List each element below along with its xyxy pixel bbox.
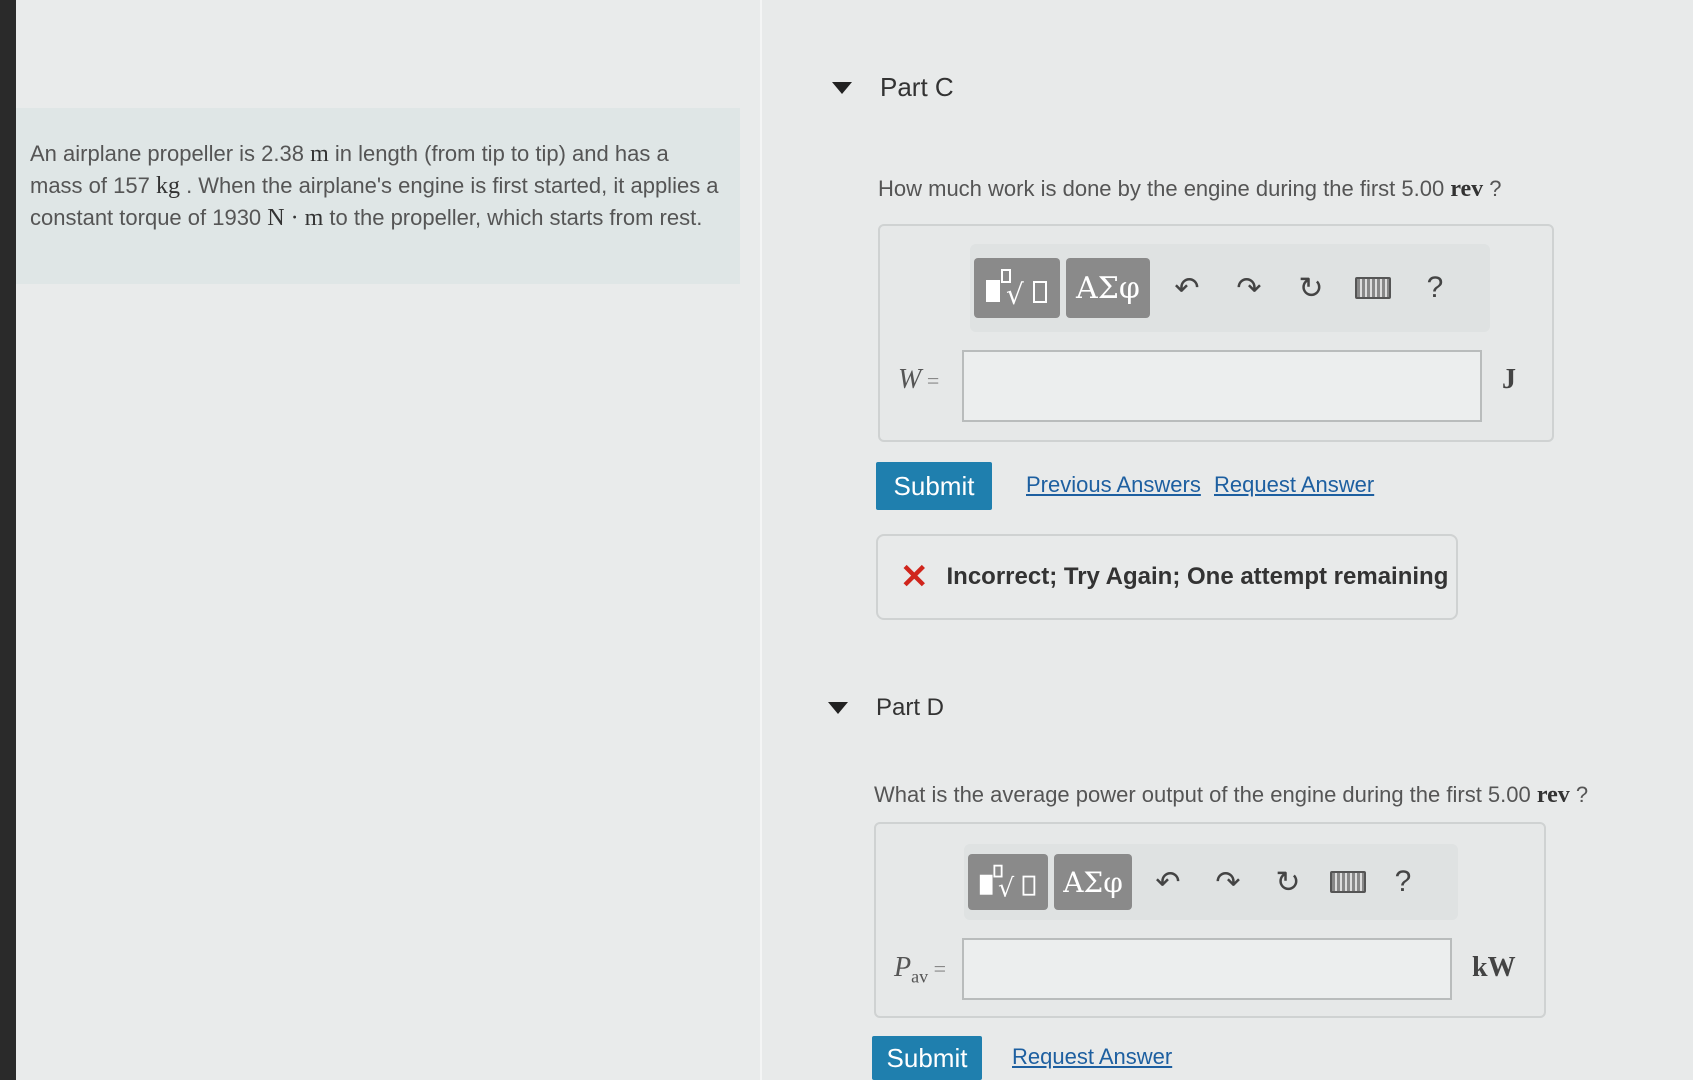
unit-rev: rev bbox=[1536, 782, 1570, 808]
redo-icon[interactable]: ↷ bbox=[1198, 865, 1258, 900]
equals-sign: = bbox=[921, 368, 940, 393]
question-pane: Part C How much work is done by the engi… bbox=[762, 0, 1693, 1080]
redo-icon[interactable]: ↷ bbox=[1218, 271, 1280, 306]
unit-meter: m bbox=[310, 141, 329, 167]
undo-icon[interactable]: ↶ bbox=[1138, 865, 1198, 900]
var-subscript: av bbox=[911, 966, 929, 987]
unit-kilowatt: kW bbox=[1472, 952, 1516, 983]
var-symbol: W bbox=[898, 364, 922, 395]
reset-icon[interactable]: ↻ bbox=[1280, 271, 1342, 306]
math-toolbar: √ ΑΣφ ↶ ↷ ↻ ? bbox=[964, 844, 1458, 920]
incorrect-x-icon: ✕ bbox=[900, 558, 929, 596]
part-c-answer-box: √ ΑΣφ ↶ ↷ ↻ ? W = J bbox=[878, 224, 1554, 442]
feedback-box: ✕ Incorrect; Try Again; One attempt rema… bbox=[876, 534, 1458, 620]
greek-symbols-icon[interactable]: ΑΣφ bbox=[1054, 854, 1132, 910]
var-label-w: W = bbox=[898, 364, 939, 396]
screen-bezel bbox=[0, 0, 16, 1080]
equals-sign: = bbox=[928, 956, 947, 981]
previous-answers-link[interactable]: Previous Answers bbox=[1026, 472, 1201, 498]
question-text: What is the average power output of the … bbox=[874, 782, 1537, 807]
problem-pane: An airplane propeller is 2.38 m in lengt… bbox=[16, 0, 760, 1080]
request-answer-link[interactable]: Request Answer bbox=[1214, 472, 1374, 498]
undo-icon[interactable]: ↶ bbox=[1156, 271, 1218, 306]
part-c-question: How much work is done by the engine duri… bbox=[878, 176, 1502, 203]
question-text: How much work is done by the engine duri… bbox=[878, 176, 1451, 201]
greek-symbols-icon[interactable]: ΑΣφ bbox=[1066, 258, 1150, 318]
caret-down-icon[interactable] bbox=[828, 702, 848, 714]
answer-input-w[interactable] bbox=[962, 350, 1482, 422]
math-toolbar: √ ΑΣφ ↶ ↷ ↻ ? bbox=[970, 244, 1490, 332]
svg-text:√: √ bbox=[1006, 278, 1024, 310]
templates-icon[interactable]: √ bbox=[968, 854, 1048, 910]
submit-button[interactable]: Submit bbox=[872, 1036, 982, 1080]
unit-joule: J bbox=[1502, 364, 1516, 395]
unit-kg: kg bbox=[155, 173, 180, 199]
question-end: ? bbox=[1483, 176, 1502, 201]
unit-rev: rev bbox=[1450, 176, 1484, 202]
question-end: ? bbox=[1569, 782, 1589, 807]
feedback-text: Incorrect; Try Again; One attempt remain… bbox=[946, 563, 1449, 590]
var-symbol: P bbox=[894, 952, 912, 983]
svg-text:√: √ bbox=[998, 874, 1015, 902]
caret-down-icon[interactable] bbox=[832, 81, 852, 94]
request-answer-link[interactable]: Request Answer bbox=[1012, 1044, 1172, 1070]
part-d-answer-box: √ ΑΣφ ↶ ↷ ↻ ? Pav = kW bbox=[874, 822, 1546, 1018]
keyboard-icon[interactable] bbox=[1342, 277, 1404, 299]
problem-text: An airplane propeller is 2.38 bbox=[30, 141, 311, 166]
keyboard-icon[interactable] bbox=[1318, 871, 1378, 893]
problem-statement: An airplane propeller is 2.38 m in lengt… bbox=[16, 108, 740, 284]
part-d-title: Part D bbox=[876, 694, 945, 721]
part-d-question: What is the average power output of the … bbox=[874, 782, 1588, 809]
problem-text: to the propeller, which starts from rest… bbox=[323, 205, 703, 230]
part-d-header[interactable]: Part D bbox=[828, 694, 944, 722]
answer-input-pav[interactable] bbox=[962, 938, 1452, 1000]
part-c-header[interactable]: Part C bbox=[832, 72, 954, 103]
part-c-title: Part C bbox=[880, 72, 954, 102]
submit-button[interactable]: Submit bbox=[876, 462, 992, 510]
var-label-pav: Pav = bbox=[894, 952, 946, 988]
templates-icon[interactable]: √ bbox=[974, 258, 1060, 318]
help-icon[interactable]: ? bbox=[1378, 865, 1428, 899]
unit-newton-meter: N · m bbox=[267, 205, 324, 231]
reset-icon[interactable]: ↻ bbox=[1258, 865, 1318, 900]
help-icon[interactable]: ? bbox=[1404, 271, 1466, 305]
